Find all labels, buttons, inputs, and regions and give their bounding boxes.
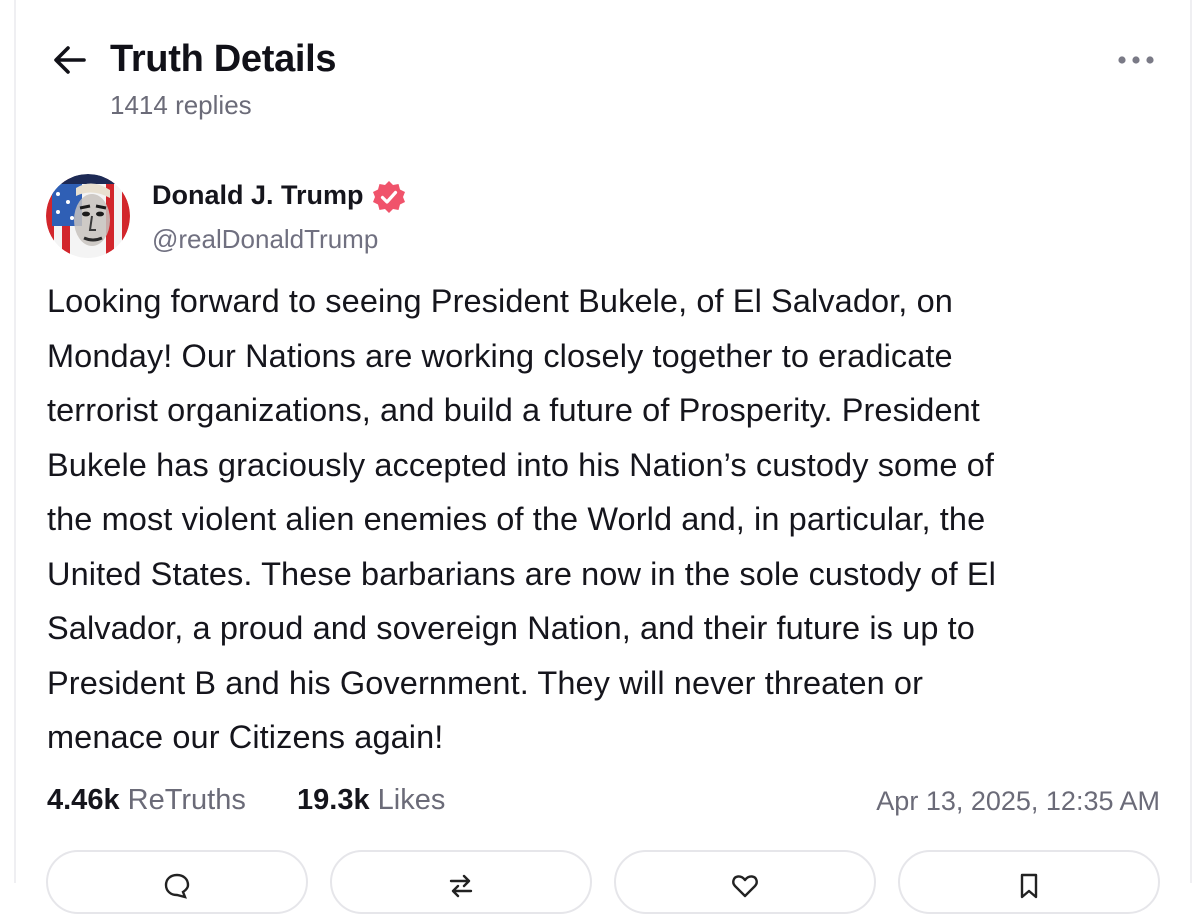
- retruths-label: ReTruths: [127, 784, 246, 816]
- bookmark-button[interactable]: [898, 850, 1160, 914]
- more-icon: [1118, 56, 1154, 64]
- like-icon: [732, 875, 758, 898]
- more-options-button[interactable]: [1116, 48, 1156, 72]
- retruths-stat[interactable]: 4.46k ReTruths: [47, 784, 246, 817]
- avatar[interactable]: [46, 174, 130, 258]
- likes-stat[interactable]: 19.3k Likes: [297, 784, 445, 817]
- reply-icon: [164, 873, 190, 899]
- likes-label: Likes: [377, 784, 446, 816]
- post-line: the most violent alien enemies of the Wo…: [47, 501, 986, 537]
- verified-icon: [373, 181, 405, 213]
- author-name[interactable]: Donald J. Trump: [152, 180, 364, 211]
- reply-count: 1414 replies: [110, 90, 252, 120]
- retruth-icon: [449, 874, 473, 898]
- page-title: Truth Details: [110, 38, 337, 80]
- post-line: President B and his Government. They wil…: [47, 664, 924, 701]
- post-text: Looking forward to seeing President Buke…: [47, 274, 1157, 765]
- page-header: Truth Details 1414 replies: [46, 36, 1156, 126]
- post-timestamp: Apr 13, 2025, 12:35 AM: [876, 786, 1160, 816]
- post-line: menace our Citizens again!: [47, 719, 444, 755]
- post-author: Donald J. Trump @realDonaldTrump: [46, 172, 746, 262]
- post-line: United States. These barbarians are now …: [47, 555, 996, 592]
- post-line: Monday! Our Nations are working closely …: [47, 337, 953, 374]
- like-button[interactable]: [614, 850, 876, 914]
- bookmark-icon: [1020, 873, 1038, 899]
- post-stats: 4.46k ReTruths 19.3k Likes Apr 13, 2025,…: [47, 784, 1160, 824]
- action-bar: [46, 850, 1162, 914]
- post-line: Bukele has graciously accepted into his …: [47, 446, 995, 483]
- post-line: Salvador, a proud and sovereign Nation, …: [47, 610, 975, 646]
- back-arrow-icon: [54, 46, 86, 74]
- author-handle[interactable]: @realDonaldTrump: [152, 224, 378, 255]
- reply-button[interactable]: [46, 850, 308, 914]
- retruth-button[interactable]: [330, 850, 592, 914]
- avatar-image: [46, 174, 130, 258]
- likes-count: 19.3k: [297, 784, 370, 816]
- verified-badge: [372, 180, 406, 214]
- retruths-count: 4.46k: [47, 784, 120, 816]
- post-line: Looking forward to seeing President Buke…: [47, 283, 953, 319]
- back-button[interactable]: [52, 42, 88, 78]
- post-line: terrorist organizations, and build a fut…: [47, 392, 980, 428]
